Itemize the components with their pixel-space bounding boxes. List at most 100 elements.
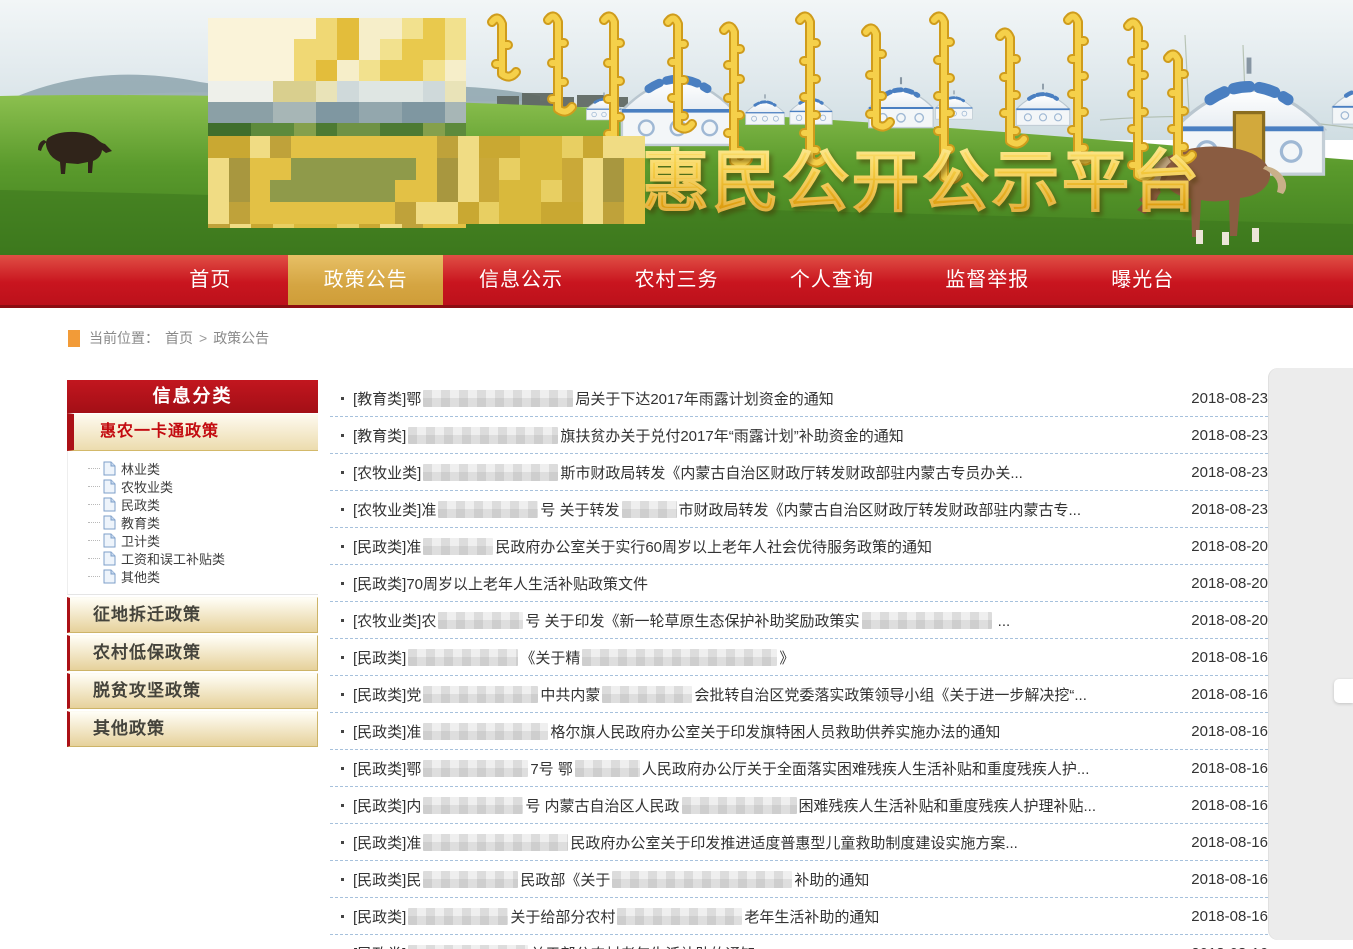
announcement-title-link[interactable]: [民政类]关于给部分农村老年生活补助的通知 [353,906,1176,927]
announcement-title-link[interactable]: [民政类]鄂7号 鄂人民政府办公厅关于全面落实困难残疾人生活补贴和重度残疾人护.… [353,758,1176,779]
tree-connector [88,558,100,559]
announcement-date: 2018-08-16 [1176,649,1268,666]
subcategory-label: 工资和误工补贴类 [121,549,225,568]
sidebar-title: 信息分类 [67,380,318,413]
nav-item-2[interactable]: 信息公示 [443,255,598,305]
nav-item-0[interactable]: 首页 [133,255,288,305]
announcement-title-link[interactable]: [教育类]鄂局关于下达2017年雨露计划资金的通知 [353,388,1176,409]
sidebar-subcategory-6[interactable]: 其他类 [88,567,318,585]
bullet-icon [341,545,344,548]
breadcrumb-home-link[interactable]: 首页 [165,328,193,348]
list-item[interactable]: [民政类]关于部分农村老年生活补助的通知2018-08-16 [330,935,1268,949]
list-item[interactable]: [教育类]旗扶贫办关于兑付2017年“雨露计划”补助资金的通知2018-08-2… [330,417,1268,454]
list-item[interactable]: [民政类]《关于精》2018-08-16 [330,639,1268,676]
list-item[interactable]: [民政类]鄂7号 鄂人民政府办公厅关于全面落实困难残疾人生活补贴和重度残疾人护.… [330,750,1268,787]
announcement-title-link[interactable]: [农牧业类]农号 关于印发《新一轮草原生态保护补助奖励政策实 ... [353,610,1176,631]
list-item[interactable]: [农牧业类]斯市财政局转发《内蒙古自治区财政厅转发财政部驻内蒙古专员办关...2… [330,454,1268,491]
list-item[interactable]: [民政类]准格尔旗人民政府办公室关于印发旗特困人员救助供养实施办法的通知2018… [330,713,1268,750]
breadcrumb-current-link[interactable]: 政策公告 [213,328,269,348]
announcement-date: 2018-08-20 [1176,612,1268,629]
announcement-date: 2018-08-16 [1176,871,1268,888]
redacted-text [438,501,538,518]
redacted-text [575,760,640,777]
announcement-list: [教育类]鄂局关于下达2017年雨露计划资金的通知2018-08-23[教育类]… [330,380,1268,949]
announcement-title-link[interactable]: [农牧业类]准号 关于转发市财政局转发《内蒙古自治区财政厅转发财政部驻内蒙古专.… [353,499,1176,520]
sidebar-item-active-category[interactable]: 惠农一卡通政策 [67,413,318,451]
list-item[interactable]: [民政类]关于给部分农村老年生活补助的通知2018-08-16 [330,898,1268,935]
nav-item-1[interactable]: 政策公告 [288,255,443,305]
bullet-icon [341,767,344,770]
announcement-title-link[interactable]: [民政类]《关于精》 [353,647,1176,668]
list-item[interactable]: [民政类]党中共内蒙会批转自治区党委落实政策领导小组《关于进一步解决挖“...2… [330,676,1268,713]
redaction-mosaic [208,136,645,224]
redacted-text [423,871,518,888]
announcement-date: 2018-08-16 [1176,686,1268,703]
sidebar-subcategory-5[interactable]: 工资和误工补贴类 [88,549,318,567]
sidebar-item-category-3[interactable]: 其他政策 [67,711,318,747]
side-widget-panel[interactable] [1268,368,1353,940]
subcategory-tree: 林业类农牧业类民政类教育类卫计类工资和误工补贴类其他类 [67,451,318,595]
announcement-title-link[interactable]: [农牧业类]斯市财政局转发《内蒙古自治区财政厅转发财政部驻内蒙古专员办关... [353,462,1176,483]
announcement-title-link[interactable]: [民政类]70周岁以上老年人生活补贴政策文件 [353,573,1176,594]
redacted-text [423,390,573,407]
redacted-text [423,760,528,777]
announcement-title-link[interactable]: [民政类]党中共内蒙会批转自治区党委落实政策领导小组《关于进一步解决挖“... [353,684,1176,705]
list-item[interactable]: [农牧业类]准号 关于转发市财政局转发《内蒙古自治区财政厅转发财政部驻内蒙古专.… [330,491,1268,528]
sidebar-item-category-1[interactable]: 农村低保政策 [67,635,318,671]
list-item[interactable]: [教育类]鄂局关于下达2017年雨露计划资金的通知2018-08-23 [330,380,1268,417]
redacted-text [862,612,992,629]
nav-item-6[interactable]: 曝光台 [1065,255,1220,305]
list-item[interactable]: [民政类]内号 内蒙古自治区人民政困难残疾人生活补贴和重度残疾人护理补贴...2… [330,787,1268,824]
announcement-title-link[interactable]: [民政类]民民政部《关于补助的通知 [353,869,1176,890]
redacted-text [602,686,692,703]
announcement-title-link[interactable]: [民政类]内号 内蒙古自治区人民政困难残疾人生活补贴和重度残疾人护理补贴... [353,795,1176,816]
nav-item-5[interactable]: 监督举报 [910,255,1065,305]
widget-collapse-tab[interactable] [1334,679,1353,703]
redacted-text [423,797,523,814]
list-item[interactable]: [民政类]民民政部《关于补助的通知2018-08-16 [330,861,1268,898]
subcategory-label: 农牧业类 [121,477,173,496]
sidebar-item-category-2[interactable]: 脱贫攻坚政策 [67,673,318,709]
breadcrumb-prefix: 当前位置： [89,328,159,348]
redacted-text [612,871,792,888]
sidebar-subcategory-0[interactable]: 林业类 [88,459,318,477]
nav-item-3[interactable]: 农村三务 [599,255,754,305]
announcement-title-link[interactable]: [民政类]准格尔旗人民政府办公室关于印发旗特困人员救助供养实施办法的通知 [353,721,1176,742]
nav-item-4[interactable]: 个人查询 [754,255,909,305]
announcement-date: 2018-08-23 [1176,427,1268,444]
announcement-date: 2018-08-16 [1176,945,1268,949]
announcement-date: 2018-08-16 [1176,723,1268,740]
document-icon [103,569,116,584]
tree-connector [88,468,100,469]
announcement-title-link[interactable]: [民政类]准民政府办公室关于实行60周岁以上老年人社会优待服务政策的通知 [353,536,1176,557]
bullet-icon [341,434,344,437]
list-item[interactable]: [民政类]准民政府办公室关于印发推进适度普惠型儿童救助制度建设实施方案...20… [330,824,1268,861]
sidebar-subcategory-3[interactable]: 教育类 [88,513,318,531]
tree-connector [88,486,100,487]
list-item[interactable]: [农牧业类]农号 关于印发《新一轮草原生态保护补助奖励政策实 ...2018-0… [330,602,1268,639]
redacted-text [408,427,558,444]
bullet-icon [341,508,344,511]
redacted-text [408,945,528,949]
announcement-title-link[interactable]: [民政类]关于部分农村老年生活补助的通知 [353,943,1176,949]
announcement-date: 2018-08-23 [1176,464,1268,481]
announcement-title-link[interactable]: [民政类]准民政府办公室关于印发推进适度普惠型儿童救助制度建设实施方案... [353,832,1176,853]
bullet-icon [341,730,344,733]
sidebar-subcategory-4[interactable]: 卫计类 [88,531,318,549]
breadcrumb: 当前位置： 首页 > 政策公告 [68,327,1353,349]
redacted-text [438,612,523,629]
sidebar-item-category-0[interactable]: 征地拆迁政策 [67,597,318,633]
redacted-text [682,797,797,814]
sidebar-subcategory-2[interactable]: 民政类 [88,495,318,513]
redacted-text [423,538,493,555]
sidebar-subcategory-1[interactable]: 农牧业类 [88,477,318,495]
announcement-title-link[interactable]: [教育类]旗扶贫办关于兑付2017年“雨露计划”补助资金的通知 [353,425,1176,446]
list-item[interactable]: [民政类]准民政府办公室关于实行60周岁以上老年人社会优待服务政策的通知2018… [330,528,1268,565]
category-sidebar: 信息分类 惠农一卡通政策 林业类农牧业类民政类教育类卫计类工资和误工补贴类其他类… [67,380,318,747]
bullet-icon [341,397,344,400]
list-item[interactable]: [民政类]70周岁以上老年人生活补贴政策文件2018-08-20 [330,565,1268,602]
subcategory-label: 教育类 [121,513,160,532]
content-area: 信息分类 惠农一卡通政策 林业类农牧业类民政类教育类卫计类工资和误工补贴类其他类… [67,380,1353,949]
tree-connector [88,522,100,523]
announcement-date: 2018-08-16 [1176,908,1268,925]
